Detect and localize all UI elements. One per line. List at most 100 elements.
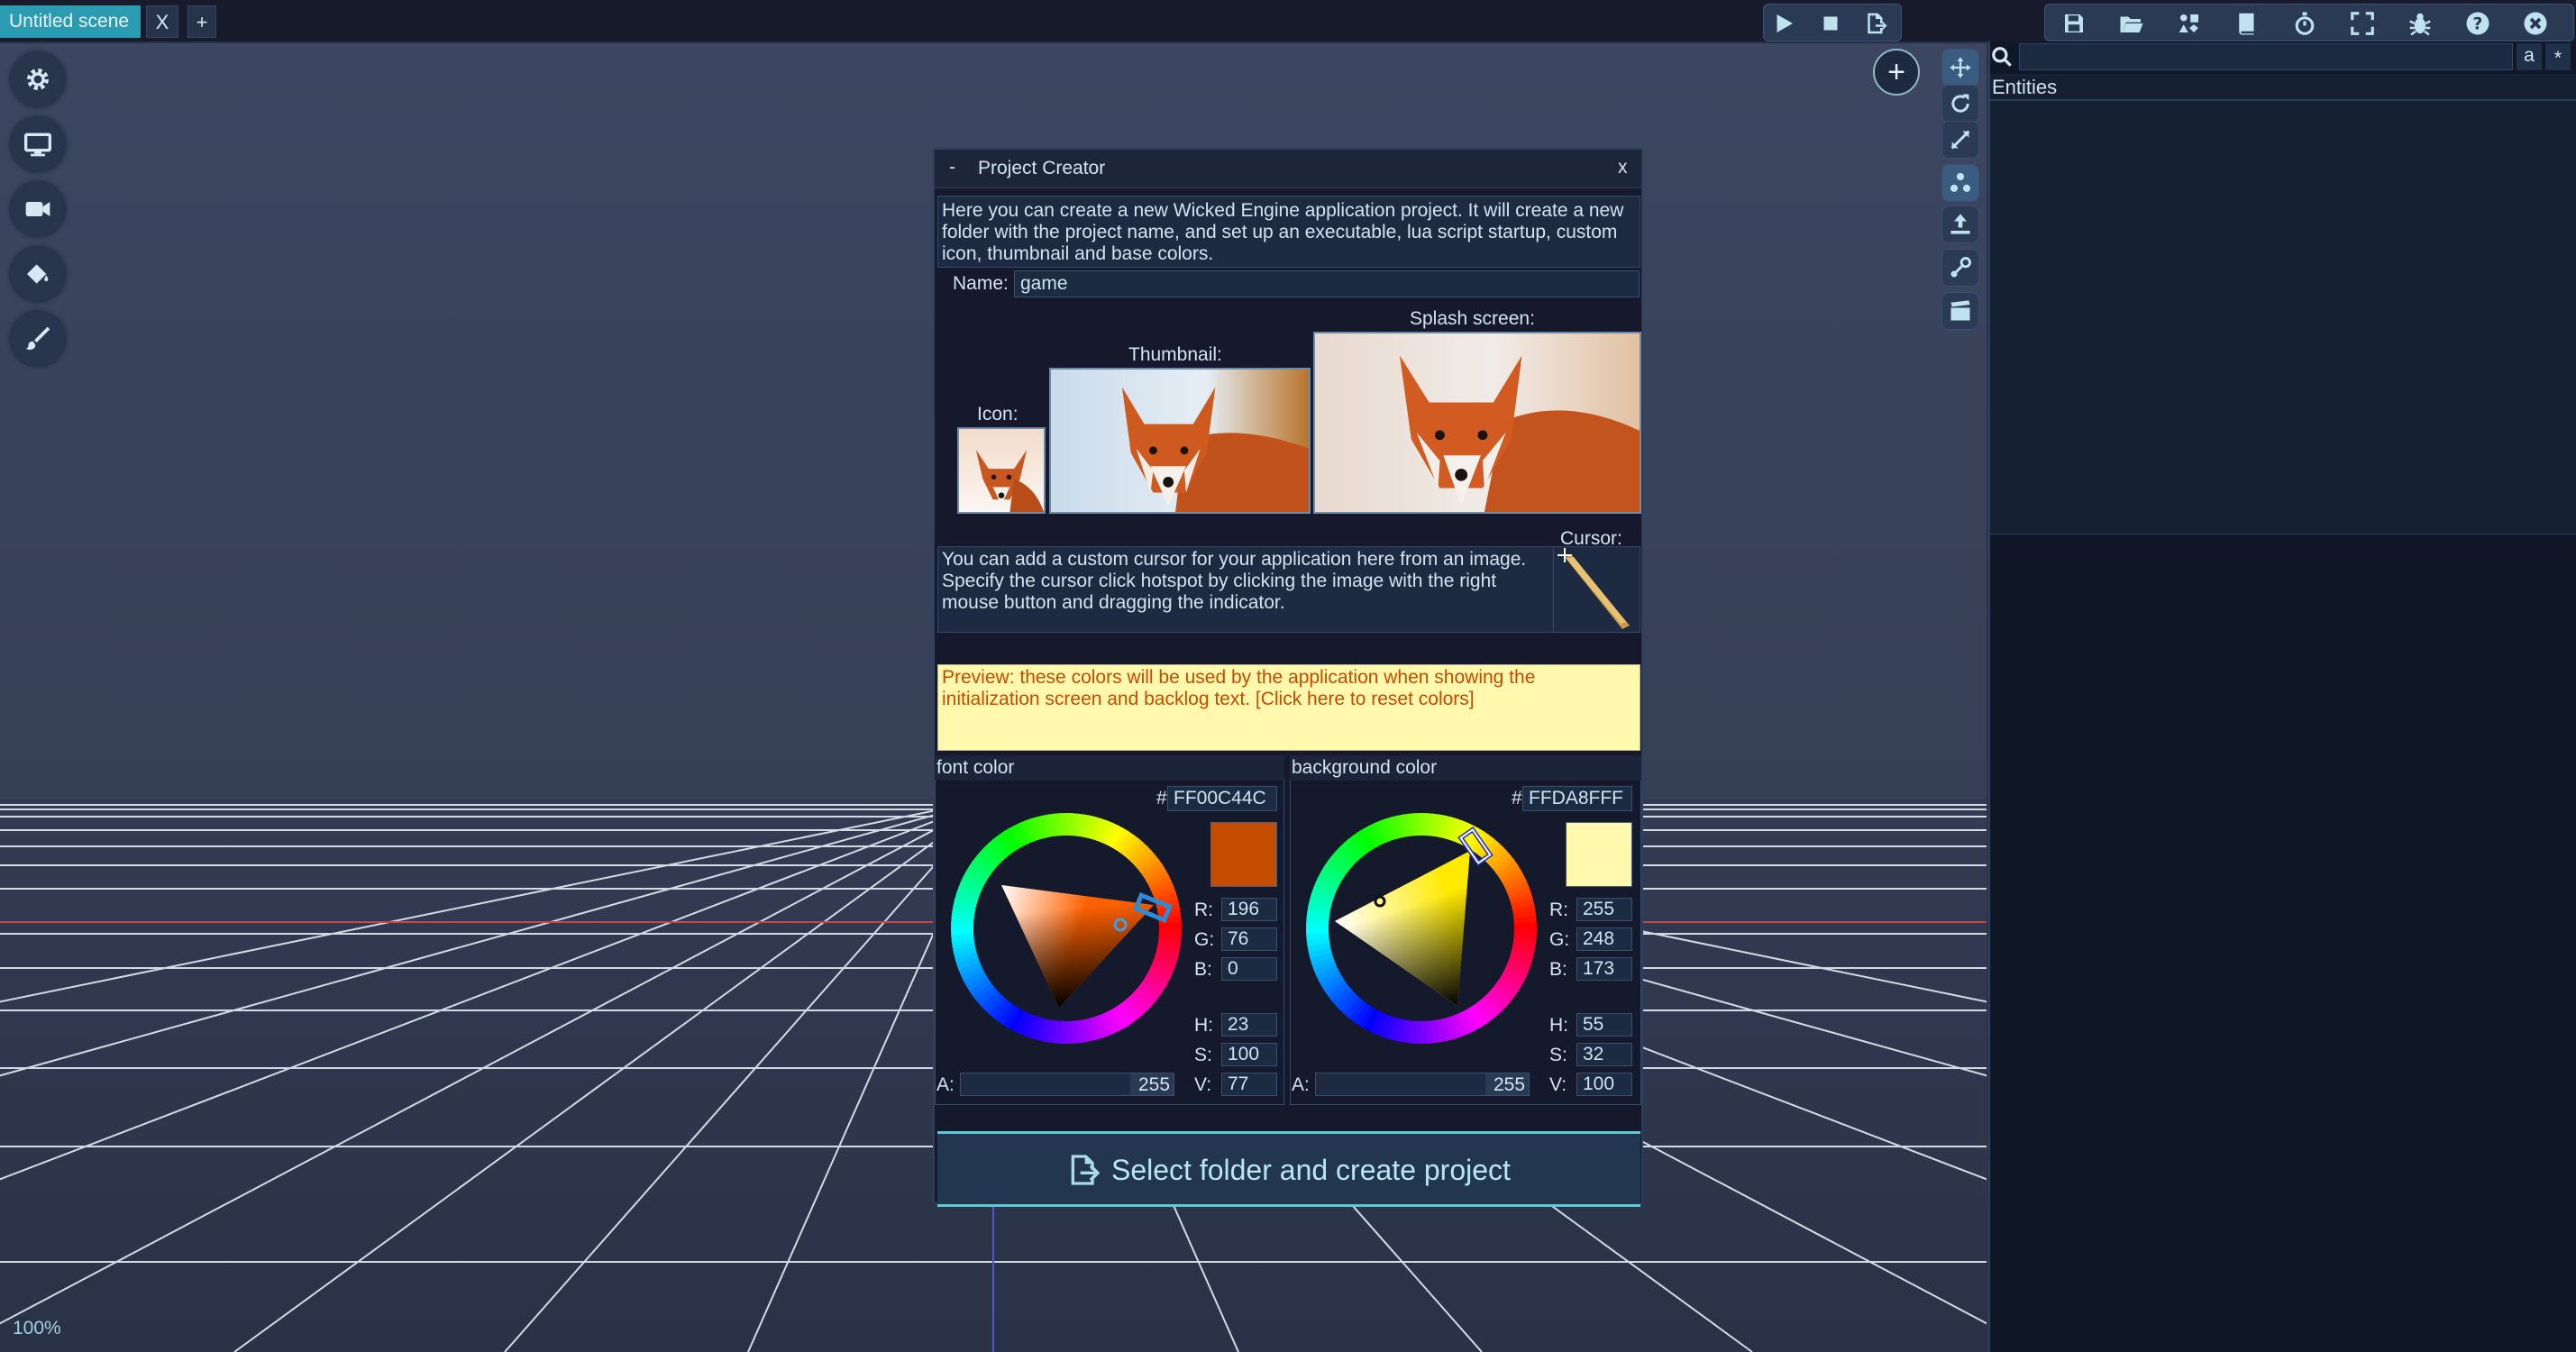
bg-g-input[interactable]: 248 <box>1576 927 1632 951</box>
font-b-input[interactable]: 0 <box>1221 957 1277 981</box>
save-icon[interactable] <box>2056 9 2092 38</box>
book-icon[interactable] <box>2229 9 2265 38</box>
cluster-icon[interactable] <box>1941 164 1979 202</box>
close-icon[interactable] <box>2517 9 2553 38</box>
thumbnail-image[interactable] <box>1049 368 1311 514</box>
new-tab-button[interactable]: + <box>187 5 216 38</box>
background-color-wheel[interactable] <box>1304 811 1539 1046</box>
playback-toolbar <box>1763 4 1902 41</box>
font-color-wheel[interactable] <box>949 811 1183 1046</box>
intro-text: Here you can create a new Wicked Engine … <box>942 200 1624 264</box>
font-r-input[interactable]: 196 <box>1221 898 1277 921</box>
entity-search-input[interactable] <box>2019 43 2513 70</box>
entities-title: Entities <box>1992 76 2058 98</box>
divider <box>1990 99 2576 101</box>
bg-b-input[interactable]: 173 <box>1576 957 1632 981</box>
brush-icon[interactable] <box>11 312 65 366</box>
main-toolbar: ? <box>2044 4 2574 41</box>
move-icon[interactable] <box>1941 49 1979 87</box>
cursor-text: You can add a custom cursor for your app… <box>942 549 1527 613</box>
clapperboard-icon[interactable] <box>1941 292 1979 330</box>
physics-icon[interactable] <box>1941 249 1979 287</box>
cursor-image[interactable] <box>1553 546 1641 633</box>
font-h-label: H: <box>1194 1015 1213 1036</box>
splash-image[interactable] <box>1313 332 1641 514</box>
search-icon <box>1990 45 2014 69</box>
font-g-input[interactable]: 76 <box>1221 927 1277 951</box>
tab-untitled-scene[interactable]: Untitled scene <box>0 5 141 38</box>
preview-text[interactable]: Preview: these colors will be used by th… <box>942 667 1636 710</box>
folder-open-icon[interactable] <box>2114 9 2150 38</box>
zoom-label: 100% <box>13 1318 61 1338</box>
add-entity-button[interactable]: + <box>1873 49 1920 96</box>
gear-icon[interactable] <box>11 52 65 106</box>
export-icon[interactable] <box>1858 9 1894 38</box>
font-color-swatch <box>1210 822 1277 887</box>
bg-a-value: 255 <box>1494 1074 1526 1095</box>
fullscreen-icon[interactable] <box>2344 9 2380 38</box>
help-icon[interactable]: ? <box>2460 9 2496 38</box>
font-s-label: S: <box>1194 1045 1212 1065</box>
bg-v-label: V: <box>1549 1074 1567 1095</box>
bg-r-input[interactable]: 255 <box>1576 898 1632 921</box>
monitor-icon[interactable] <box>11 117 65 171</box>
font-h-input[interactable]: 23 <box>1221 1013 1277 1037</box>
font-g-label: G: <box>1194 929 1215 950</box>
svg-text:?: ? <box>2473 14 2483 33</box>
bg-h-input[interactable]: 55 <box>1576 1013 1632 1037</box>
file-export-icon <box>1065 1150 1101 1190</box>
paint-bucket-icon[interactable] <box>11 247 65 301</box>
font-a-label: A: <box>936 1074 955 1095</box>
entity-list[interactable] <box>1990 74 2576 534</box>
project-creator-dialog: - Project Creator x Here you can create … <box>933 148 1643 1207</box>
bg-v-input[interactable]: 100 <box>1576 1073 1632 1096</box>
font-a-value: 255 <box>1138 1074 1171 1095</box>
stop-icon[interactable] <box>1813 9 1849 38</box>
font-s-input[interactable]: 100 <box>1221 1043 1277 1066</box>
icon-image[interactable] <box>957 427 1046 514</box>
close-tab-button[interactable]: X <box>146 5 178 38</box>
stopwatch-icon[interactable] <box>2287 9 2323 38</box>
top-bar: Untitled scene X + ? <box>0 0 2576 43</box>
dialog-close-button[interactable]: x <box>1618 157 1628 178</box>
name-label: Name: <box>953 273 1009 294</box>
bg-a-label: A: <box>1292 1074 1310 1095</box>
rotate-icon[interactable] <box>1941 85 1979 123</box>
font-v-label: V: <box>1194 1074 1212 1095</box>
create-project-label: Select folder and create project <box>1111 1154 1511 1186</box>
bg-s-label: S: <box>1549 1045 1567 1065</box>
background-color-swatch <box>1566 822 1632 887</box>
play-icon[interactable] <box>1766 9 1802 38</box>
bg-h-label: H: <box>1549 1015 1568 1036</box>
filter-star-button[interactable]: * <box>2545 43 2571 70</box>
font-v-input[interactable]: 77 <box>1221 1073 1277 1096</box>
bg-r-label: R: <box>1549 900 1568 920</box>
background-color-label: background color <box>1292 757 1438 778</box>
component-icon[interactable] <box>2171 9 2207 38</box>
bg-s-input[interactable]: 32 <box>1576 1043 1632 1066</box>
bg-g-label: G: <box>1549 929 1570 950</box>
collapse-button[interactable]: - <box>949 157 955 178</box>
up-arrow-icon[interactable] <box>1941 206 1979 243</box>
intro-panel: Here you can create a new Wicked Engine … <box>937 196 1640 268</box>
cursor-panel: You can add a custom cursor for your app… <box>937 546 1640 633</box>
bg-hex-input[interactable]: FFDA8FFF <box>1522 786 1632 811</box>
filter-a-button[interactable]: a <box>2517 43 2542 70</box>
font-hash-label: # <box>1156 788 1167 808</box>
font-color-label: font color <box>936 757 1015 778</box>
camera-icon[interactable] <box>11 182 65 236</box>
color-preview[interactable]: Preview: these colors will be used by th… <box>937 664 1640 751</box>
scale-icon[interactable] <box>1941 121 1979 159</box>
dialog-title: Project Creator <box>978 158 1106 178</box>
font-hex-input[interactable]: FF00C44C <box>1167 786 1277 811</box>
bg-hash-label: # <box>1512 788 1522 808</box>
font-r-label: R: <box>1194 900 1213 920</box>
bug-icon[interactable] <box>2402 9 2438 38</box>
project-name-input[interactable]: game <box>1014 270 1640 297</box>
create-project-button[interactable]: Select folder and create project <box>937 1131 1640 1207</box>
icon-label: Icon: <box>977 404 1019 425</box>
bg-b-label: B: <box>1549 959 1567 980</box>
thumbnail-label: Thumbnail: <box>1128 344 1222 365</box>
splash-label: Splash screen: <box>1410 308 1535 329</box>
font-b-label: B: <box>1194 959 1212 980</box>
